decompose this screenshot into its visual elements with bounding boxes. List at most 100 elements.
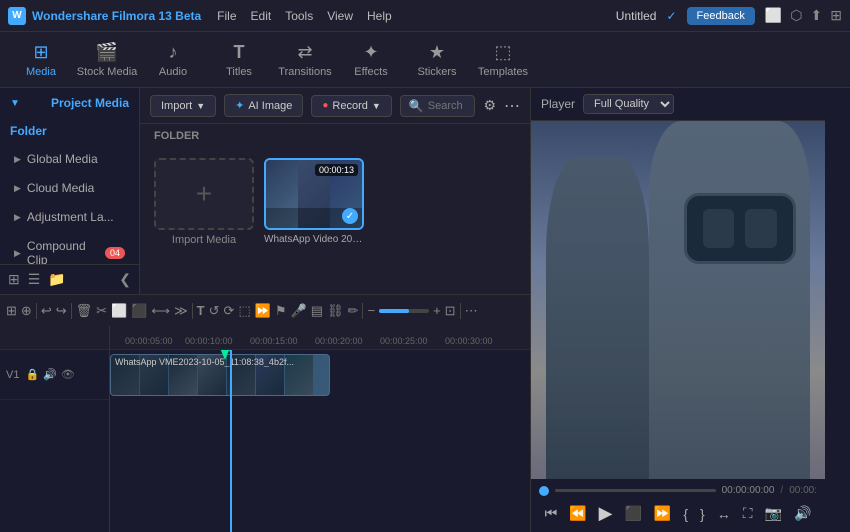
menu-tools[interactable]: Tools: [285, 9, 313, 23]
stop-button[interactable]: ⬛: [622, 503, 643, 524]
time-track[interactable]: [555, 489, 716, 492]
edit-icon[interactable]: ✏: [348, 303, 359, 319]
step-forward-button[interactable]: ⏩: [652, 503, 673, 524]
color-tool-icon[interactable]: ↺: [209, 303, 220, 319]
list-view-icon[interactable]: ☰: [28, 271, 41, 288]
player-controls-section: 00:00:00:00 / 00:00: ⏮ ⏪ ▶ ⬛ ⏩ { } ↔ ⛶ 📷…: [531, 479, 825, 532]
quality-select[interactable]: Full Quality Half Quality: [583, 94, 674, 114]
time-scrubber[interactable]: [539, 486, 549, 496]
filter-button[interactable]: ⚙: [483, 97, 496, 114]
undo-icon[interactable]: ↩: [41, 303, 52, 319]
scene-detect-icon[interactable]: ⊞: [6, 303, 17, 319]
media-item-import[interactable]: + Import Media: [154, 158, 254, 246]
cut-icon[interactable]: ✂: [96, 303, 107, 319]
time-separator: /: [780, 485, 783, 496]
zoom-in-icon[interactable]: +: [433, 303, 441, 318]
lock-icon[interactable]: 🔒: [25, 368, 39, 381]
sidebar-item-adjustment-layer[interactable]: ▶ Adjustment La...: [4, 203, 135, 231]
toolbar-templates[interactable]: ⬚ Templates: [472, 36, 534, 84]
sidebar-item-compound-clip[interactable]: ▶ Compound Clip 04: [4, 232, 135, 264]
search-input[interactable]: [428, 100, 467, 112]
toolbar-media[interactable]: ⊞ Media: [10, 36, 72, 84]
effect-tool-icon[interactable]: ⬚: [238, 303, 250, 319]
toolbar-effects[interactable]: ✦ Effects: [340, 36, 402, 84]
mark-in-button[interactable]: {: [681, 504, 690, 524]
playhead-indicator: ▼: [225, 350, 235, 355]
rewind-button[interactable]: ⏮: [543, 503, 560, 524]
crop-icon[interactable]: ⬛: [131, 303, 147, 319]
sidebar-item-global-media[interactable]: ▶ Global Media: [4, 145, 135, 173]
toolbar-titles[interactable]: T Titles: [208, 36, 270, 84]
grid-view-icon[interactable]: ⊞: [8, 271, 20, 288]
time-slider-row: 00:00:00:00 / 00:00:: [539, 485, 817, 496]
more-options-button[interactable]: ⋯: [504, 96, 520, 116]
new-folder-icon[interactable]: 📁: [48, 271, 65, 288]
media-icon: ⊞: [33, 42, 48, 63]
sidebar-item-cloud-media[interactable]: ▶ Cloud Media: [4, 174, 135, 202]
transitions-icon: ⇄: [297, 42, 312, 63]
video-clip[interactable]: WhatsApp VME2023-10-05_11:08:38_4b2f...: [110, 354, 330, 396]
speaker-icon[interactable]: 🔊: [43, 368, 57, 381]
eye-icon[interactable]: 👁: [61, 368, 75, 381]
player-video: [531, 121, 825, 479]
zoom-slider-track: [379, 309, 429, 313]
stickers-label: Stickers: [417, 66, 456, 78]
wifi-icon: ⬡: [790, 7, 802, 24]
duration-badge: 00:00:13: [315, 164, 358, 176]
mark-out-button[interactable]: }: [698, 504, 707, 524]
delete-icon[interactable]: 🗑: [76, 303, 93, 319]
record-button[interactable]: ● Record ▼: [311, 95, 391, 117]
audio-tool-icon[interactable]: ⟳: [224, 303, 235, 319]
redo-icon[interactable]: ↪: [56, 303, 67, 319]
title-tool-icon[interactable]: T: [197, 303, 205, 318]
feedback-button[interactable]: Feedback: [687, 7, 755, 25]
menu-file[interactable]: File: [217, 9, 236, 23]
arrow-icon: ▶: [14, 154, 21, 165]
ruler-spacer: [0, 326, 110, 349]
collapse-panel-icon[interactable]: ❮: [119, 271, 131, 288]
toolbar-stickers[interactable]: ★ Stickers: [406, 36, 468, 84]
media-item-video1[interactable]: 00:00:13 ✓ WhatsApp Video 2023-10-05...: [264, 158, 364, 246]
sidebar-folder-item[interactable]: Folder: [0, 118, 139, 144]
toolbar-transitions[interactable]: ⇄ Transitions: [274, 36, 336, 84]
audio-icon: ♪: [169, 42, 178, 63]
monitor-icon: ⬜: [765, 7, 782, 24]
zoom-out-icon[interactable]: −: [367, 303, 375, 318]
volume-button[interactable]: 🔊: [792, 503, 813, 524]
clip-label: WhatsApp VME2023-10-05_11:08:38_4b2f...: [115, 357, 294, 367]
snapshot-button[interactable]: 📷: [763, 503, 784, 524]
transform-icon[interactable]: ⟷: [151, 303, 170, 319]
toolbar-audio[interactable]: ♪ Audio: [142, 36, 204, 84]
subtitle-icon[interactable]: ▤: [311, 303, 323, 319]
menu-view[interactable]: View: [327, 9, 353, 23]
upload-icon: ⬆: [811, 7, 823, 24]
fit-icon[interactable]: ⊡: [445, 303, 456, 319]
sidebar-collapse-icon: ▼: [10, 98, 20, 109]
fullscreen-button[interactable]: ⛶: [741, 503, 755, 524]
ai-image-button[interactable]: ✦ AI Image: [224, 94, 303, 117]
more-tools-icon[interactable]: ≫: [174, 303, 188, 319]
chain-icon[interactable]: ⛓: [327, 303, 344, 319]
project-title: Untitled: [616, 9, 657, 23]
import-button[interactable]: Import ▼: [150, 95, 216, 117]
voice-icon[interactable]: 🎤: [291, 303, 307, 319]
effects-label: Effects: [354, 66, 387, 78]
magnet-icon[interactable]: ⊕: [21, 303, 32, 319]
media-grid: + Import Media: [140, 148, 530, 256]
track-labels-column: V1 🔒 🔊 👁: [0, 350, 110, 532]
stock-media-label: Stock Media: [77, 66, 138, 78]
speed-icon[interactable]: ⏩: [255, 303, 271, 319]
loop-button[interactable]: ↔: [715, 504, 733, 524]
step-back-button[interactable]: ⏪: [567, 503, 588, 524]
selected-check-icon: ✓: [342, 208, 358, 224]
split-icon[interactable]: ⬜: [111, 303, 127, 319]
play-button[interactable]: ▶: [597, 501, 615, 526]
toolbar-stock-media[interactable]: 🎬 Stock Media: [76, 36, 138, 84]
menu-help[interactable]: Help: [367, 9, 392, 23]
person-silhouette-1: [546, 157, 649, 479]
marker-icon[interactable]: ⚑: [275, 303, 287, 319]
menu-edit[interactable]: Edit: [251, 9, 272, 23]
templates-label: Templates: [478, 66, 528, 78]
separator2: [71, 303, 72, 319]
settings-icon[interactable]: ⋯: [465, 303, 478, 319]
